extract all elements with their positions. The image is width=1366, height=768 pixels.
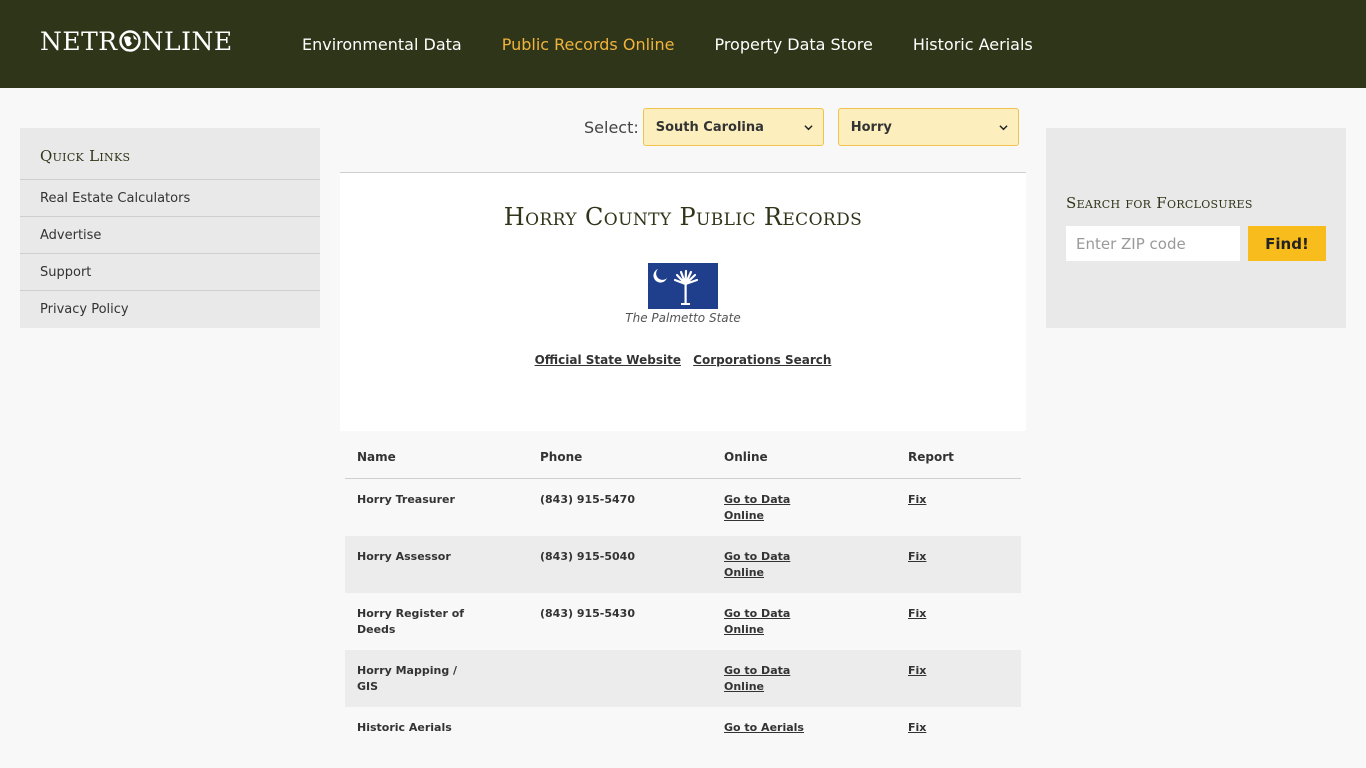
link-real-estate-calculators[interactable]: Real Estate Calculators xyxy=(40,191,190,206)
quick-link-item: Advertise xyxy=(20,217,320,254)
select-label: Select: xyxy=(584,117,639,137)
column-header-phone: Phone xyxy=(540,450,583,464)
aerials-link[interactable]: Go to Aerials xyxy=(724,720,804,736)
table-row: Horry Treasurer (843) 915-5470 Go to Dat… xyxy=(345,479,1021,536)
fix-link[interactable]: Fix xyxy=(908,607,926,620)
fix-link[interactable]: Fix xyxy=(908,721,926,734)
chevron-down-icon xyxy=(804,124,813,130)
column-header-report: Report xyxy=(908,450,954,464)
south-carolina-flag-icon xyxy=(648,263,718,309)
table-row: Historic Aerials Go to Aerials Fix xyxy=(345,707,1021,764)
record-name: Horry Register of Deeds xyxy=(357,607,465,636)
online-link[interactable]: Go to Data Online xyxy=(724,606,804,638)
find-button[interactable]: Find! xyxy=(1248,226,1326,261)
column-header-name: Name xyxy=(357,450,396,464)
table-row: Horry Register of Deeds (843) 915-5430 G… xyxy=(345,593,1021,650)
online-link[interactable]: Go to Data Online xyxy=(724,663,804,695)
state-select[interactable]: South Carolina xyxy=(642,108,824,146)
online-link[interactable]: Go to Data Online xyxy=(724,492,804,524)
county-select[interactable]: Horry xyxy=(837,108,1019,146)
state-select-value: South Carolina xyxy=(655,119,764,135)
chevron-down-icon xyxy=(999,124,1008,130)
record-phone: (843) 915-5470 xyxy=(540,493,635,506)
record-phone: (843) 915-5040 xyxy=(540,550,635,563)
quick-link-item: Privacy Policy xyxy=(20,291,320,328)
record-phone xyxy=(528,663,712,707)
main-nav: Environmental Data Public Records Online… xyxy=(302,0,1073,88)
logo-text-left: NETR xyxy=(40,26,118,56)
record-phone: (843) 915-5430 xyxy=(540,607,635,620)
county-select-value: Horry xyxy=(850,119,892,135)
globe-icon xyxy=(118,30,141,52)
quick-links-panel: Quick Links Real Estate Calculators Adve… xyxy=(20,128,320,328)
fix-link[interactable]: Fix xyxy=(908,493,926,506)
link-support[interactable]: Support xyxy=(40,265,91,280)
netronline-logo[interactable]: NETR NLINE xyxy=(40,26,233,56)
fix-link[interactable]: Fix xyxy=(908,550,926,563)
table-row: Horry Mapping / GIS Go to Data Online Fi… xyxy=(345,650,1021,707)
official-state-website-link[interactable]: Official State Website xyxy=(535,353,681,367)
county-info-card: Horry County Public Records The Palmetto… xyxy=(340,172,1026,431)
nav-public-records-online[interactable]: Public Records Online xyxy=(502,35,675,54)
table-header: Name Phone Online Report xyxy=(345,431,1021,479)
quick-link-item: Support xyxy=(20,254,320,291)
record-name: Horry Assessor xyxy=(357,550,451,563)
state-nickname: The Palmetto State xyxy=(625,311,741,325)
link-privacy-policy[interactable]: Privacy Policy xyxy=(40,302,129,317)
record-phone xyxy=(528,720,712,764)
fix-link[interactable]: Fix xyxy=(908,664,926,677)
zip-code-input[interactable] xyxy=(1066,226,1240,261)
table-row: Horry Assessor (843) 915-5040 Go to Data… xyxy=(345,536,1021,593)
page-title: Horry County Public Records xyxy=(503,203,863,231)
foreclosure-title: Search for Forclosures xyxy=(1066,194,1253,212)
record-name: Historic Aerials xyxy=(357,721,452,734)
record-name: Horry Mapping / GIS xyxy=(357,664,458,693)
online-link[interactable]: Go to Data Online xyxy=(724,549,804,581)
corporations-search-link[interactable]: Corporations Search xyxy=(693,353,831,367)
record-name: Horry Treasurer xyxy=(357,493,455,506)
link-advertise[interactable]: Advertise xyxy=(40,228,101,243)
nav-historic-aerials[interactable]: Historic Aerials xyxy=(913,35,1033,54)
location-select-row: Select: South Carolina Horry xyxy=(584,108,1019,146)
logo-text-right: NLINE xyxy=(141,26,233,56)
records-table: Name Phone Online Report Horry Treasurer… xyxy=(345,431,1021,764)
site-header: NETR NLINE Environmental Data Public Rec… xyxy=(0,0,1366,88)
nav-environmental-data[interactable]: Environmental Data xyxy=(302,35,462,54)
quick-link-item: Real Estate Calculators xyxy=(20,180,320,217)
state-links: Official State Website Corporations Sear… xyxy=(340,353,1026,367)
quick-links-title: Quick Links xyxy=(20,128,320,180)
column-header-online: Online xyxy=(724,450,768,464)
foreclosure-search-panel: Search for Forclosures Find! xyxy=(1046,128,1346,328)
nav-property-data-store[interactable]: Property Data Store xyxy=(714,35,872,54)
